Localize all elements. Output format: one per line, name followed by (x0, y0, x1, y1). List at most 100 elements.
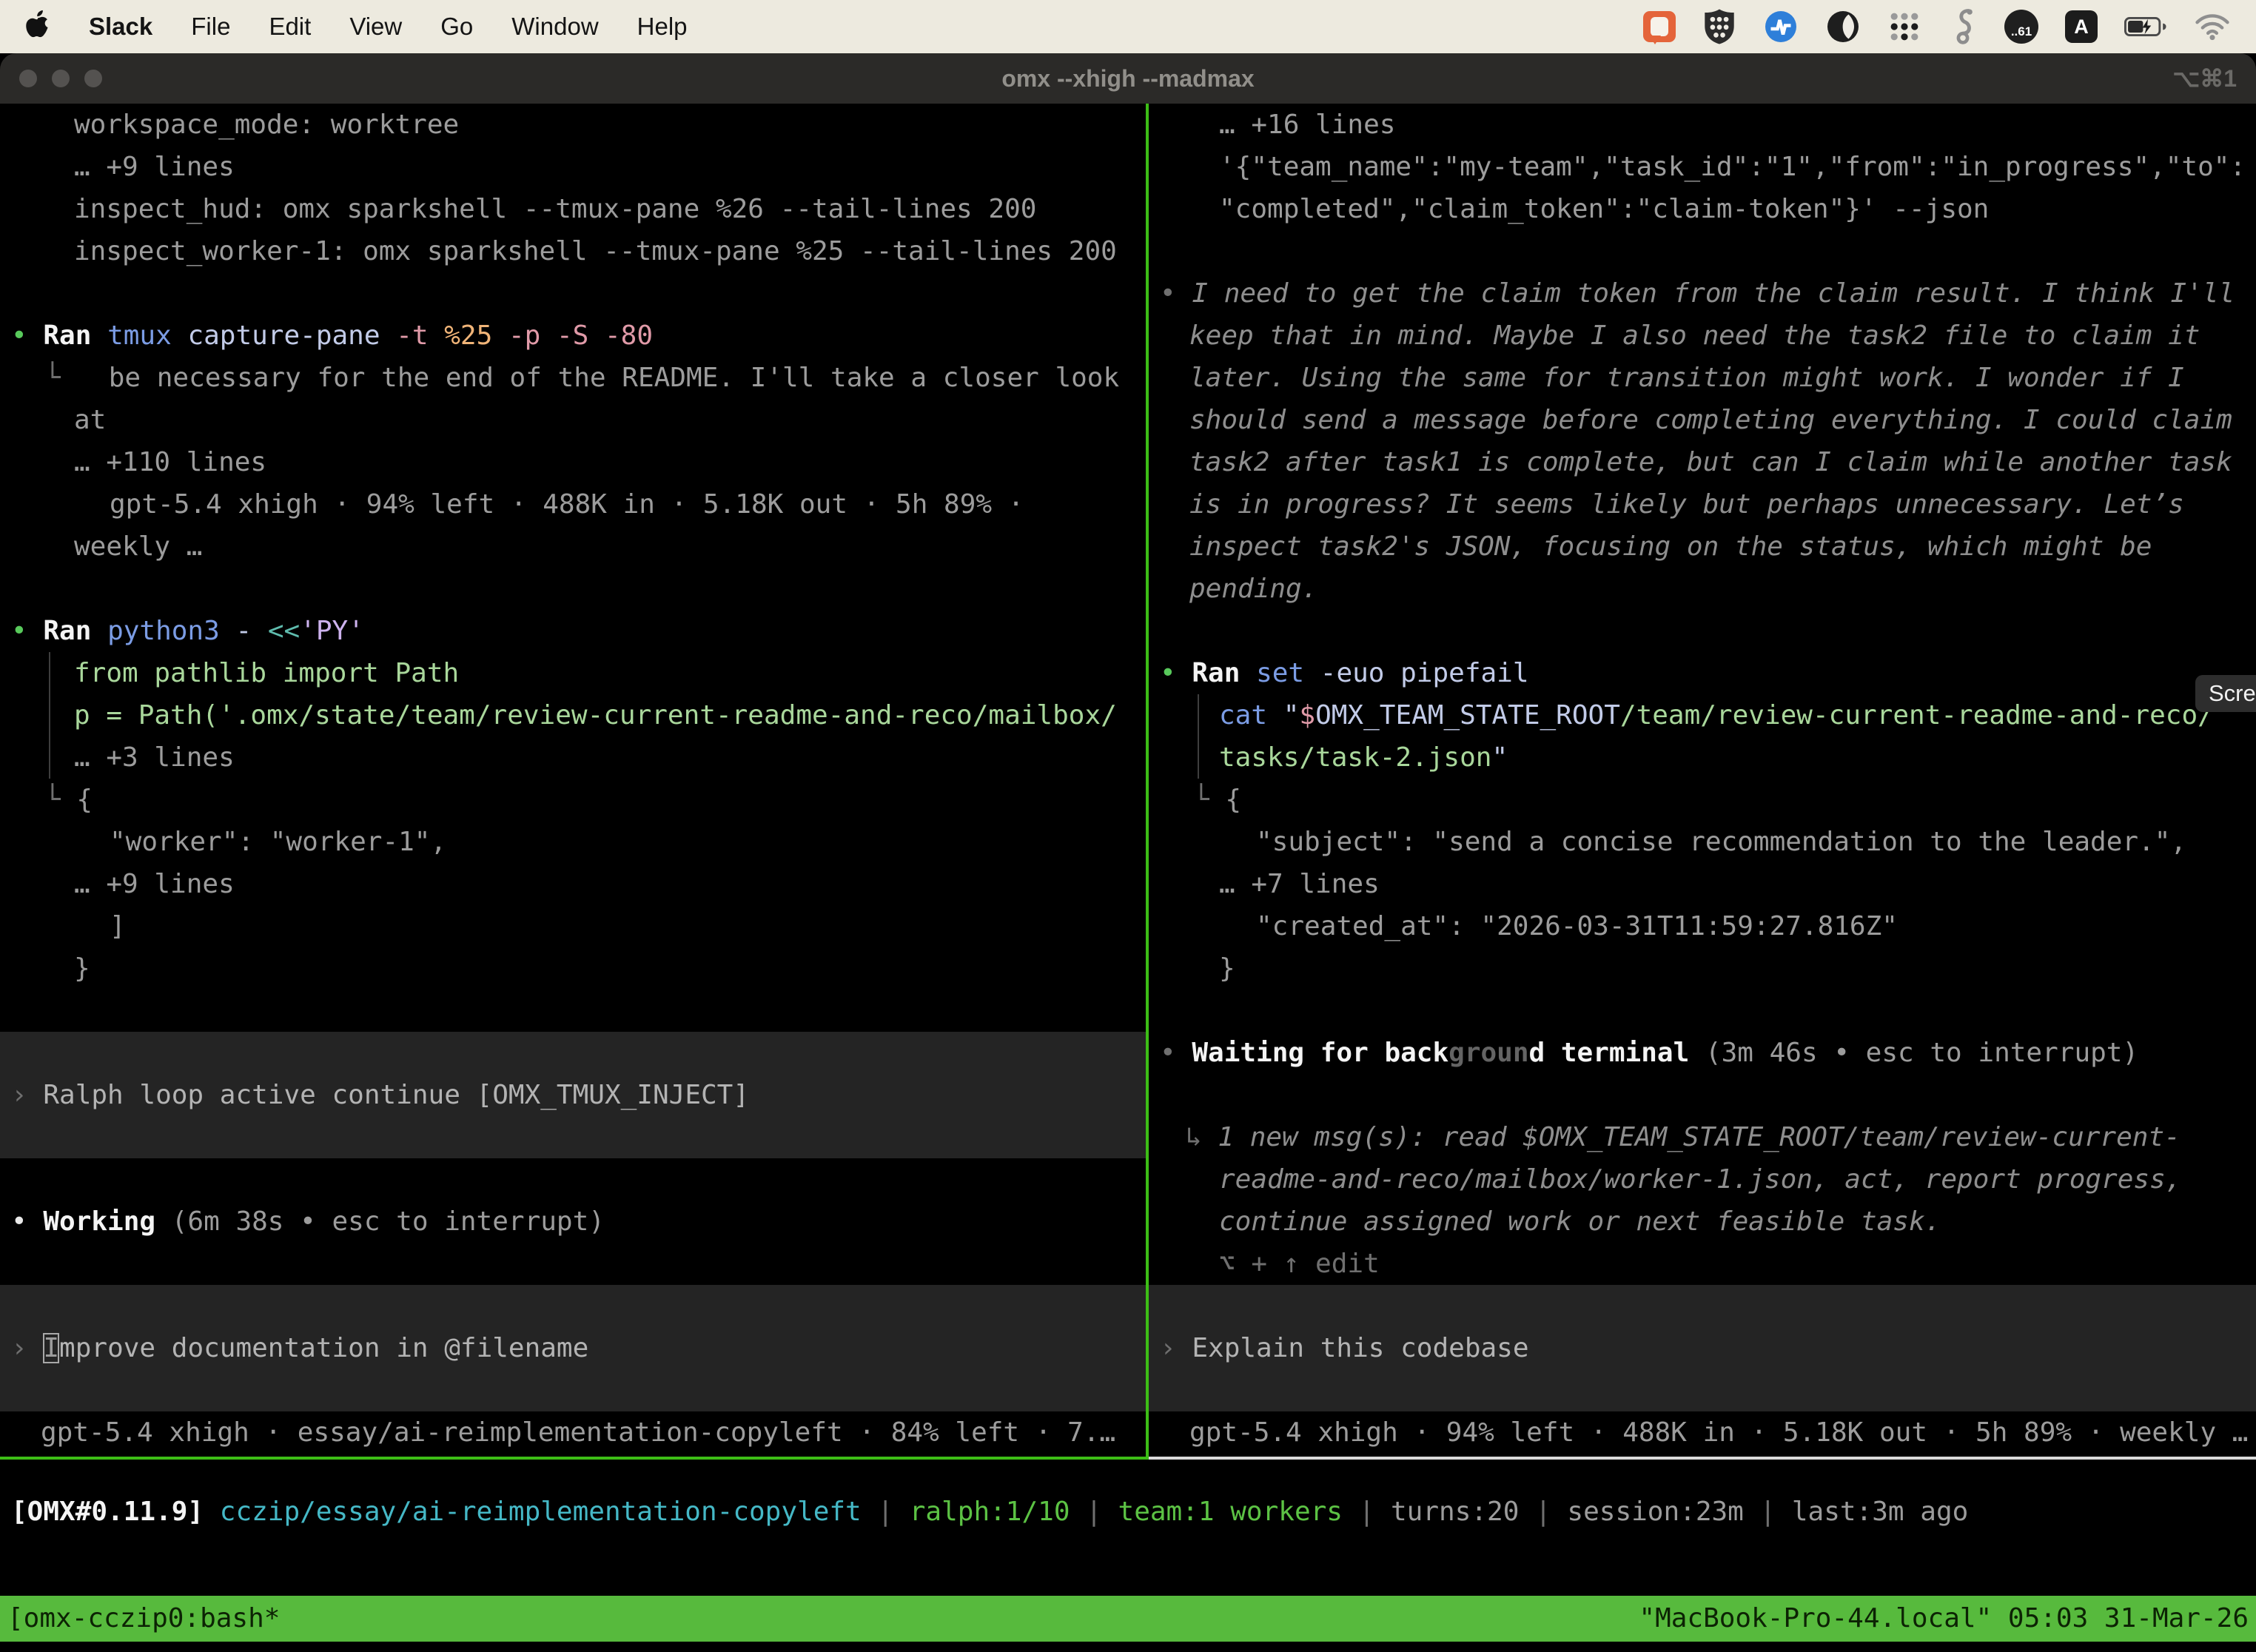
status-segment: [OMX#0.11.9] (11, 1497, 220, 1527)
text-segment: Waiting for back (1192, 1038, 1448, 1068)
status-segment: | (1744, 1497, 1792, 1527)
status-segment: turns:20 (1391, 1497, 1519, 1527)
text-segment: /team/review-current-readme-and-reco/ (1620, 700, 2214, 731)
terminal-line (0, 1158, 1146, 1201)
menu-item-window[interactable]: Window (511, 13, 598, 41)
terminal-line: pending. (1149, 568, 2256, 610)
status-segment: | (1343, 1497, 1391, 1527)
text-segment: " (1283, 700, 1300, 731)
text-segment: d terminal (1529, 1038, 1690, 1068)
text-segment: … +16 lines (1219, 110, 1395, 140)
text-segment: › (1160, 1333, 1192, 1363)
text-segment: "worker": "worker-1", (110, 827, 446, 857)
text-segment: keep that in mind. Maybe I also need the… (1189, 320, 2200, 351)
terminal-line: "completed","claim_token":"claim-token"}… (1149, 188, 2256, 230)
text-segment: cat (1219, 700, 1283, 731)
text-segment: be necessary for the end of the README. … (109, 363, 1119, 393)
terminal-line: later. Using the same for transition mig… (1149, 357, 2256, 399)
terminal-line[interactable] (0, 1116, 1146, 1158)
text-segment: '{"team_name":"my-team","task_id":"1","f… (1219, 152, 2246, 182)
pane-status-line: gpt-5.4 xhigh · essay/ai-reimplementatio… (0, 1411, 1146, 1454)
a-badge-icon[interactable]: A (2065, 10, 2098, 43)
text-segment: "created_at": "2026-03-31T11:59:27.816Z" (1256, 911, 1898, 941)
text-segment: Working (43, 1206, 155, 1237)
text-segment: mprove documentation in @filename (59, 1333, 588, 1363)
text-segment: • (1160, 658, 1192, 688)
percent-61-badge[interactable]: ..61 (2004, 10, 2038, 44)
crescent-icon[interactable] (1825, 9, 1861, 44)
dots-grid-icon[interactable] (1887, 9, 1921, 44)
prompt-suggestion[interactable]: › Explain this codebase (1149, 1327, 2256, 1369)
terminal-line[interactable] (0, 1032, 1146, 1074)
prompt-input[interactable]: › Improve documentation in @filename (0, 1327, 1146, 1369)
text-segment: Ralph loop active continue [OMX_TMUX_INJ… (43, 1080, 749, 1110)
tooltip: Scre (2195, 675, 2256, 712)
terminal-line: └ { (0, 779, 1146, 821)
text-segment: } (74, 953, 90, 984)
menu-item-edit[interactable]: Edit (269, 13, 311, 41)
active-app-menu[interactable]: Slack (89, 13, 152, 41)
command-line: • Ran python3 - <<'PY' (0, 610, 1146, 652)
menu-item-help[interactable]: Help (637, 13, 688, 41)
text-segment: "subject": "send a concise recommendatio… (1256, 827, 2186, 857)
menu-item-view[interactable]: View (349, 13, 402, 41)
text-segment: groun (1448, 1038, 1528, 1068)
terminal-line[interactable] (1149, 1369, 2256, 1411)
desktop: { "menu_bar": { "app_name": "Slack", "it… (0, 0, 2256, 1652)
right-pane[interactable]: … +16 lines '{"team_name":"my-team","task… (1149, 104, 2256, 1460)
terminal-line (1149, 1074, 2256, 1116)
menu-item-file[interactable]: File (191, 13, 230, 41)
apple-menu-icon[interactable] (25, 9, 50, 44)
text-segment: gpt-5.4 xhigh · essay/ai-reimplementatio… (41, 1417, 1115, 1448)
shield-grid-icon[interactable] (1702, 9, 1736, 44)
left-pane[interactable]: workspace_mode: worktree… +9 linesinspec… (0, 104, 1146, 1460)
terminal-line[interactable] (1149, 1285, 2256, 1327)
text-segment: ⌥ + ↑ edit (1219, 1249, 1380, 1279)
terminal-line (0, 1243, 1146, 1285)
blue-pulse-icon[interactable] (1763, 9, 1799, 44)
battery-icon[interactable] (2124, 9, 2167, 44)
text-segment: " (1491, 742, 1508, 773)
text-segment: • (1160, 278, 1192, 309)
terminal-line: continue assigned work or next feasible … (1149, 1201, 2256, 1243)
terminal-line[interactable] (0, 1369, 1146, 1411)
terminal-line: keep that in mind. Maybe I also need the… (1149, 315, 2256, 357)
text-segment: ↳ (1186, 1122, 1218, 1152)
terminal-line: … +3 lines (0, 736, 1146, 779)
omx-status-line: [OMX#0.11.9] cczip/essay/ai-reimplementa… (0, 1491, 2256, 1533)
text-segment: weekly … (74, 531, 202, 562)
text-segment: … +3 lines (74, 742, 235, 773)
text-segment: { (1225, 785, 1241, 815)
text-segment: task2 after task1 is complete, but can I… (1189, 447, 2232, 477)
screen-recording-icon[interactable] (1643, 9, 1676, 44)
text-segment: - (235, 616, 267, 646)
text-segment: 'PY' (300, 616, 364, 646)
text-segment: └ (44, 363, 109, 393)
terminal-line[interactable] (0, 1285, 1146, 1327)
s-curve-icon[interactable] (1948, 9, 1978, 44)
text-segment: … +9 lines (74, 152, 235, 182)
text-segment: $ (1299, 700, 1315, 731)
terminal-line: └ { (1149, 779, 2256, 821)
text-segment: (3m 46s • esc to interrupt) (1689, 1038, 2138, 1068)
text-segment: I need to get the claim token from the c… (1192, 278, 2235, 309)
text-segment: › (11, 1333, 43, 1363)
terminal-line (0, 990, 1146, 1032)
text-segment: %25 (444, 320, 508, 351)
menu-item-go[interactable]: Go (440, 13, 473, 41)
window-titlebar[interactable]: omx --xhigh --madmax ⌥⌘1 (0, 53, 2256, 104)
text-segment: readme-and-reco/mailbox/worker-1.json, a… (1219, 1164, 2181, 1195)
text-segment: -p -S -80 (508, 320, 653, 351)
window-shortcut-badge: ⌥⌘1 (2172, 64, 2237, 93)
tmux-status-bar: [omx-cczip0:bash* "MacBook-Pro-44.local"… (0, 1596, 2256, 1642)
tmux-session-label: [omx-cczip0:bash* (7, 1596, 280, 1642)
terminal-line: ↳ 1 new msg(s): read $OMX_TEAM_STATE_ROO… (1149, 1116, 2256, 1158)
text-segment: I (43, 1333, 59, 1363)
text-segment: … +110 lines (74, 447, 266, 477)
terminal-line: } (0, 947, 1146, 990)
status-segment: | (1070, 1497, 1118, 1527)
text-segment: └ (1193, 785, 1225, 815)
terminal-line: from pathlib import Path (0, 652, 1146, 694)
prompt-suggestion[interactable]: › Ralph loop active continue [OMX_TMUX_I… (0, 1074, 1146, 1116)
wifi-icon[interactable] (2194, 9, 2231, 44)
